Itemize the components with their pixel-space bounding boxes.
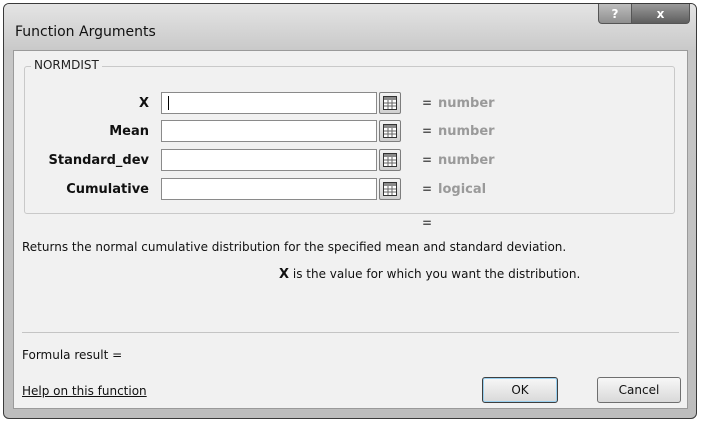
function-description: Returns the normal cumulative distributi… (22, 240, 567, 254)
text-caret (168, 96, 169, 110)
arg-label-cumulative: Cumulative (66, 182, 149, 197)
argument-help: X is the value for which you want the di… (279, 267, 580, 282)
help-button[interactable]: ? (598, 4, 632, 24)
ok-button[interactable]: OK (482, 377, 558, 403)
range-select-icon (383, 124, 397, 138)
standard-dev-range-button[interactable] (379, 149, 401, 171)
arg-label-standard-dev: Standard_dev (48, 153, 150, 168)
argument-help-name: X (279, 267, 290, 282)
arg-equals: = (422, 124, 433, 138)
cumulative-input[interactable] (161, 178, 377, 200)
arg-label-x: X (138, 96, 149, 111)
arg-result-cumulative: logical (438, 182, 487, 197)
dialog-title: Function Arguments (15, 24, 156, 40)
cumulative-range-button[interactable] (379, 178, 401, 200)
help-icon: ? (611, 6, 619, 21)
help-on-function-link[interactable]: Help on this function (22, 384, 147, 398)
function-arguments-dialog: Function Arguments ? x NORMDIST X = numb… (3, 3, 697, 419)
arg-equals: = (422, 96, 433, 110)
arg-result-mean: number (438, 124, 495, 139)
range-select-icon (383, 182, 397, 196)
range-select-icon (383, 153, 397, 167)
arg-label-mean: Mean (109, 124, 149, 139)
close-icon: x (656, 6, 665, 21)
function-result-equals: = (422, 216, 433, 230)
arguments-group: NORMDIST X = number Mean = number Standa… (24, 58, 675, 214)
x-input[interactable] (161, 92, 377, 114)
x-range-button[interactable] (379, 92, 401, 114)
mean-input[interactable] (161, 120, 377, 142)
arg-equals: = (422, 153, 433, 167)
formula-result-label: Formula result = (22, 348, 123, 362)
caption-buttons: ? x (598, 4, 690, 24)
arg-result-standard-dev: number (438, 153, 495, 168)
divider (22, 332, 679, 333)
standard-dev-input[interactable] (161, 149, 377, 171)
range-select-icon (383, 96, 397, 110)
cancel-button[interactable]: Cancel (597, 377, 681, 403)
title-bar[interactable]: Function Arguments ? x (4, 4, 696, 50)
arg-equals: = (422, 182, 433, 196)
mean-range-button[interactable] (379, 120, 401, 142)
close-button[interactable]: x (632, 4, 690, 24)
function-name: NORMDIST (31, 58, 102, 72)
argument-help-text: is the value for which you want the dist… (292, 267, 581, 281)
dialog-body: NORMDIST X = number Mean = number Standa… (13, 50, 688, 409)
arg-result-x: number (438, 96, 495, 111)
